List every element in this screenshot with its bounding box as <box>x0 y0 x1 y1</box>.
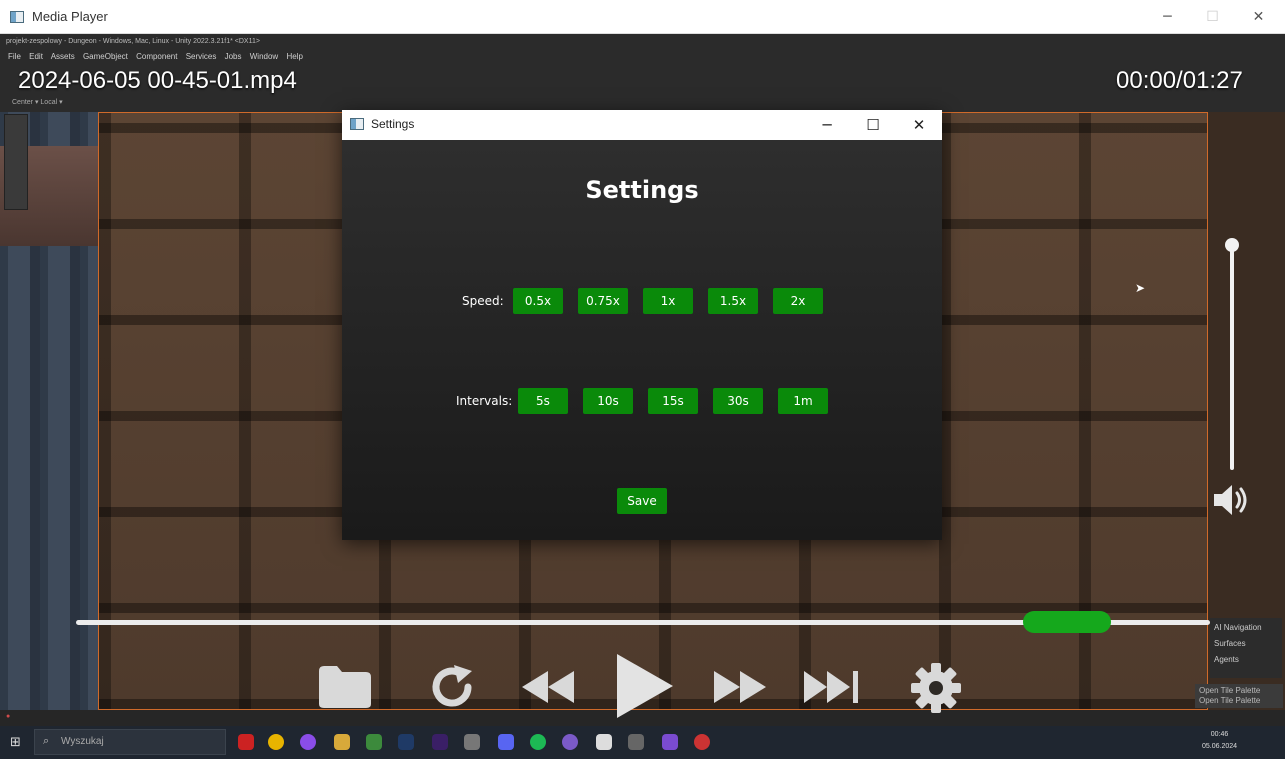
taskbar-app-icon <box>694 734 710 750</box>
chrome-icon <box>268 734 284 750</box>
title-bar: Media Player ─ ☐ ✕ <box>0 0 1285 34</box>
time-display: 00:00/01:27 <box>1116 67 1243 94</box>
captured-tile-palette: Open Tile Palette Open Tile Palette <box>1195 684 1283 708</box>
captured-error-icon: ● <box>6 713 11 720</box>
fast-forward-icon[interactable] <box>710 666 770 708</box>
seek-bar-thumb[interactable] <box>1023 611 1111 633</box>
captured-search-text: Wyszukaj <box>61 736 104 747</box>
settings-maximize-button[interactable]: ☐ <box>850 110 896 140</box>
close-button[interactable]: ✕ <box>1236 0 1281 34</box>
speed-option-button[interactable]: 0.75x <box>578 288 628 314</box>
taskbar-app-icon <box>464 734 480 750</box>
file-name: 2024-06-05 00-45-01.mp4 <box>18 67 297 94</box>
minimize-button[interactable]: ─ <box>1145 0 1190 34</box>
captured-tile-palette-item: Open Tile Palette <box>1199 696 1261 705</box>
settings-close-button[interactable]: ✕ <box>896 110 942 140</box>
settings-heading: Settings <box>585 176 699 204</box>
captured-menu-item: Edit <box>29 52 43 61</box>
app-icon <box>10 11 24 23</box>
intervals-label: Intervals: <box>456 394 513 408</box>
captured-menu-item: Window <box>249 52 279 61</box>
settings-title-bar: Settings ─ ☐ ✕ <box>342 110 942 140</box>
settings-dialog: Settings ─ ☐ ✕ Settings Speed: 0.5x 0.75… <box>342 110 942 540</box>
unity-icon <box>596 734 612 750</box>
captured-menu-item: Jobs <box>224 52 242 61</box>
messenger-icon <box>300 734 316 750</box>
interval-option-button[interactable]: 5s <box>518 388 568 414</box>
captured-project-title: projekt-zespolowy - Dungeon - Windows, M… <box>6 38 260 45</box>
captured-taskbar: ⊞ ⌕ Wyszukaj 00:46 05.06.2024 <box>0 726 1285 759</box>
captured-side-panel: AI Navigation Surfaces Agents <box>1210 618 1282 678</box>
maximize-button[interactable]: ☐ <box>1190 0 1235 34</box>
interval-option-button[interactable]: 1m <box>778 388 828 414</box>
open-folder-icon[interactable] <box>316 662 374 710</box>
rewind-icon[interactable] <box>518 666 578 708</box>
interval-option-button[interactable]: 15s <box>648 388 698 414</box>
captured-menu: File Edit Assets GameObject Component Se… <box>8 52 303 61</box>
captured-toolbar: Center ▾ Local ▾ <box>12 99 63 106</box>
settings-app-icon <box>350 118 364 130</box>
speed-option-button[interactable]: 1x <box>643 288 693 314</box>
settings-gear-icon[interactable] <box>908 660 964 716</box>
volume-slider[interactable] <box>1230 244 1234 470</box>
captured-clock: 00:46 05.06.2024 <box>1202 729 1237 753</box>
save-button[interactable]: Save <box>617 488 667 514</box>
volume-slider-knob[interactable] <box>1225 238 1239 252</box>
speed-option-button[interactable]: 1.5x <box>708 288 758 314</box>
captured-tile-palette-item: Open Tile Palette <box>1199 686 1261 695</box>
window-title: Media Player <box>32 9 108 24</box>
taskbar-app-icon <box>366 734 382 750</box>
premiere-icon <box>432 734 448 750</box>
captured-menu-item: File <box>8 52 21 61</box>
interval-option-button[interactable]: 10s <box>583 388 633 414</box>
taskbar-app-icon <box>238 734 254 750</box>
captured-menu-item: Help <box>286 52 303 61</box>
captured-menu-item: GameObject <box>82 52 128 61</box>
captured-clock-date: 05.06.2024 <box>1202 743 1238 750</box>
media-player-window: Media Player ─ ☐ ✕ projekt-zespolowy - D… <box>0 0 1285 759</box>
captured-panel-item: Surfaces <box>1214 639 1246 648</box>
github-icon <box>562 734 578 750</box>
speed-option-button[interactable]: 2x <box>773 288 823 314</box>
settings-minimize-button[interactable]: ─ <box>804 110 850 140</box>
speed-label: Speed: <box>462 294 504 308</box>
captured-menu-item: Assets <box>50 52 75 61</box>
settings-body: Settings Speed: 0.5x 0.75x 1x 1.5x 2x In… <box>342 140 942 540</box>
captured-panel-item: AI Navigation <box>1214 623 1262 632</box>
visual-studio-icon <box>662 734 678 750</box>
volume-icon[interactable] <box>1212 482 1252 518</box>
replay-icon[interactable] <box>427 662 477 712</box>
captured-taskbar-search: ⌕ Wyszukaj <box>34 729 226 755</box>
spotify-icon <box>530 734 546 750</box>
skip-to-end-icon[interactable] <box>800 666 862 708</box>
file-explorer-icon <box>334 734 350 750</box>
captured-menu-item: Component <box>136 52 178 61</box>
settings-window-title: Settings <box>371 117 415 131</box>
speed-option-button[interactable]: 0.5x <box>513 288 563 314</box>
captured-menu-item: Services <box>185 52 217 61</box>
mouse-cursor-icon: ➤ <box>1135 281 1146 295</box>
discord-icon <box>498 734 514 750</box>
taskbar-app-icon <box>628 734 644 750</box>
captured-clock-time: 00:46 <box>1210 731 1229 738</box>
search-icon: ⌕ <box>43 735 50 747</box>
photoshop-icon <box>398 734 414 750</box>
captured-panel-item: Agents <box>1214 655 1239 664</box>
interval-option-button[interactable]: 30s <box>713 388 763 414</box>
captured-tools-palette <box>4 114 28 210</box>
windows-start-icon: ⊞ <box>10 735 21 750</box>
play-icon[interactable] <box>612 652 676 720</box>
